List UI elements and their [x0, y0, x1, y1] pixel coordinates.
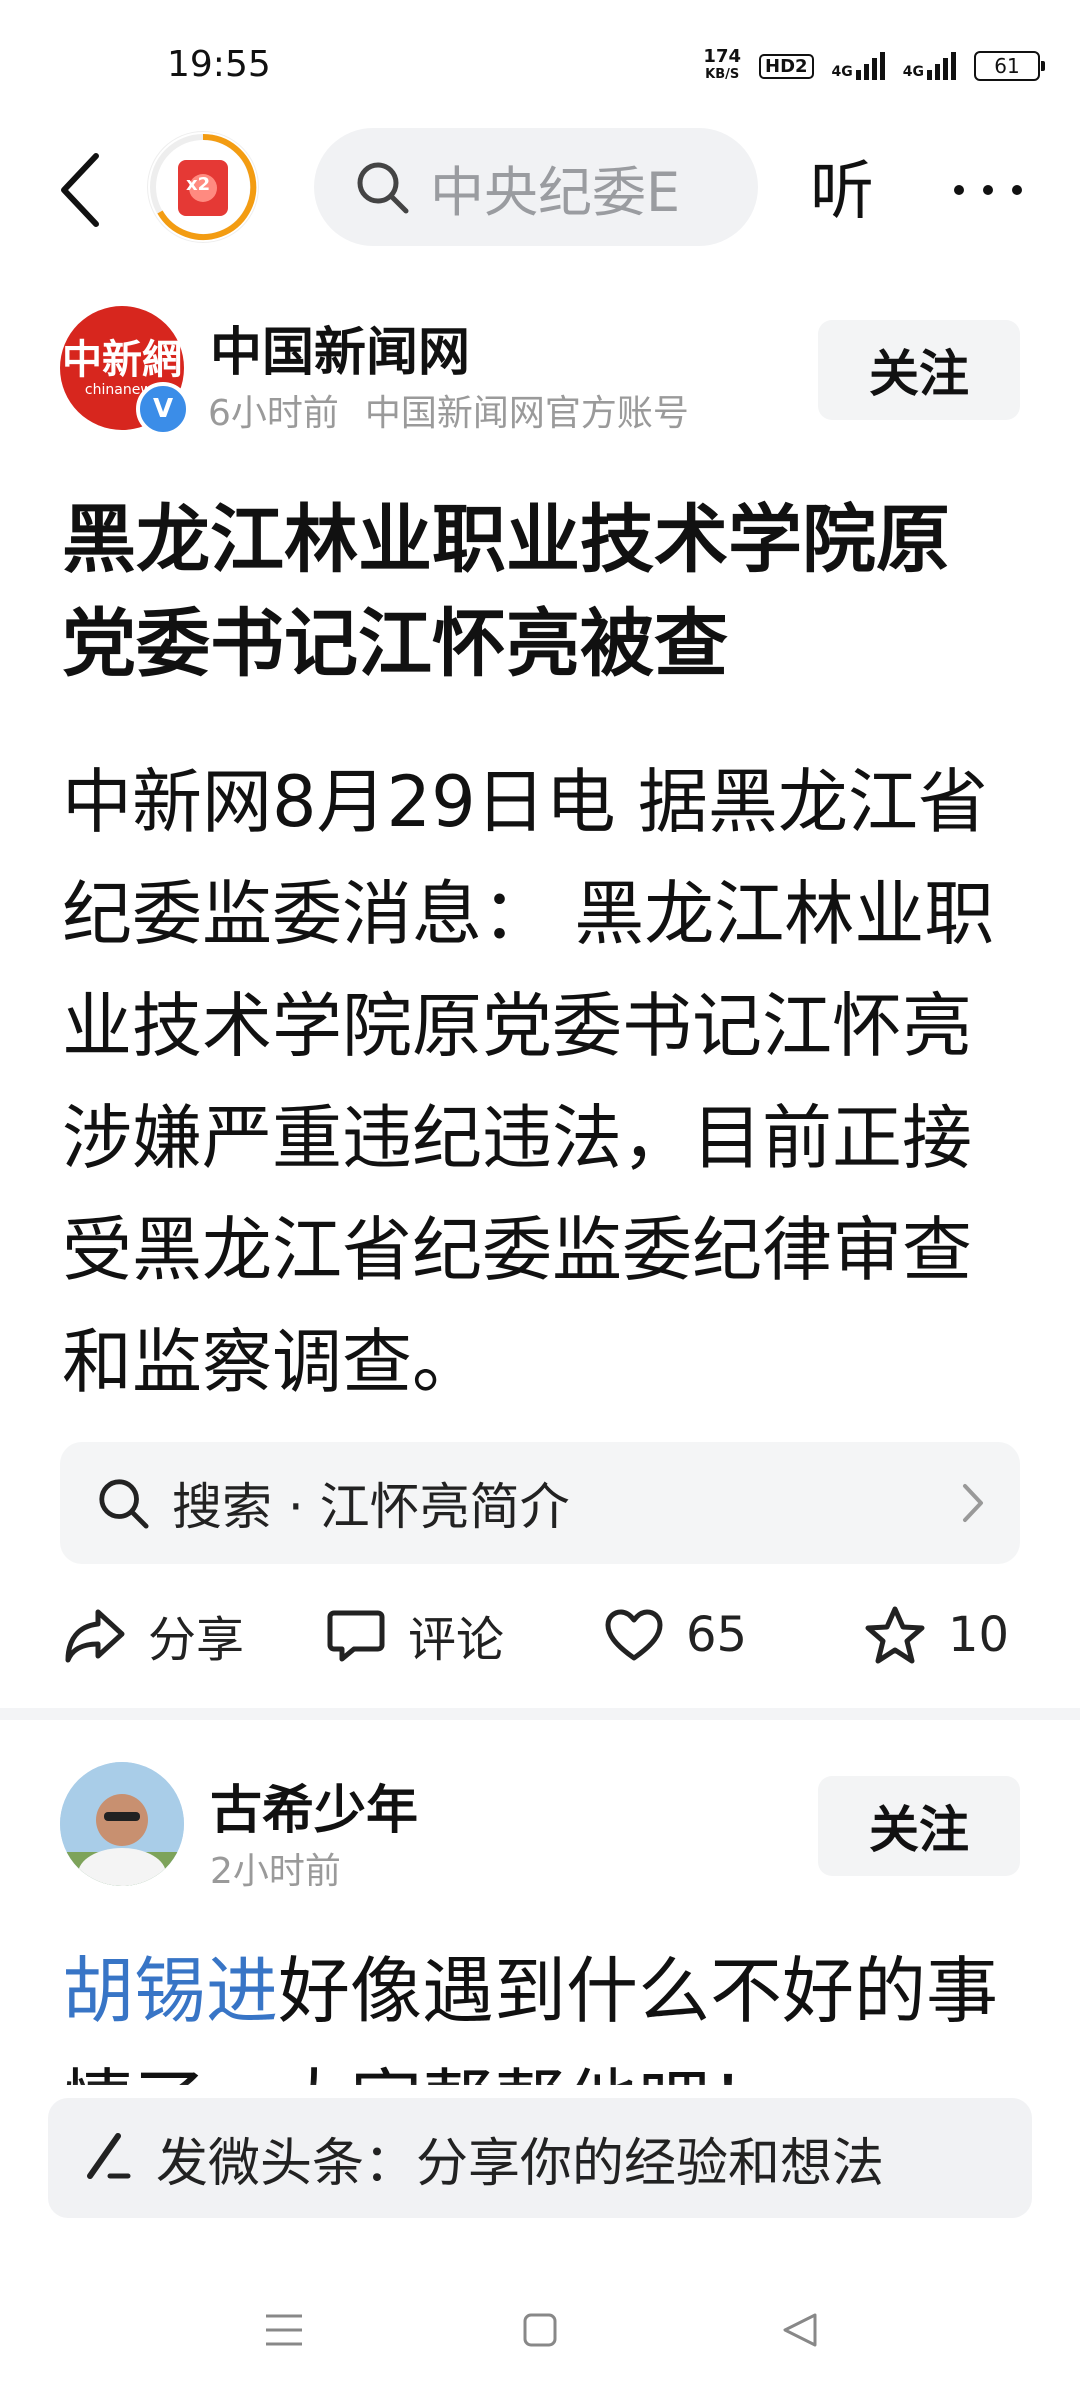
follow-button[interactable]: 关注	[818, 320, 1020, 420]
status-icons: 174 KB/S HD2 4G 4G 61	[703, 44, 1045, 88]
article-body: 中新网8月29日电 据黑龙江省纪委监委消息： 黑龙江林业职业技术学院原党委书记江…	[62, 761, 995, 1403]
speed-value: 174	[703, 46, 741, 67]
search-placeholder: 中央纪委E	[430, 160, 681, 224]
article-actions: 分享 评论 65 10	[60, 1590, 1020, 1680]
comment-label: 评论	[408, 1612, 505, 1668]
more-button[interactable]	[948, 150, 1028, 230]
post-time: 6小时前	[208, 393, 339, 434]
section-divider	[0, 1708, 1080, 1720]
listen-button[interactable]: 听	[810, 140, 874, 232]
comment-button[interactable]: 评论	[326, 1590, 504, 1680]
search-suggestion[interactable]: 搜索 · 江怀亮简介	[60, 1442, 1020, 1564]
signal-icon-1: 4G	[832, 52, 885, 80]
heart-icon	[605, 1609, 663, 1661]
system-back-button[interactable]	[770, 2300, 830, 2360]
network-type-1: 4G	[831, 64, 853, 80]
user-avatar[interactable]	[60, 1762, 184, 1886]
article-title: 黑龙江林业职业技术学院原党委书记江怀亮被查	[62, 497, 950, 687]
speed-unit: KB/S	[705, 67, 740, 82]
search-input[interactable]: 中央纪委E	[314, 128, 758, 246]
mention-link[interactable]: 胡锡进	[62, 1949, 278, 2033]
red-packet-button[interactable]: x2	[148, 132, 258, 242]
network-speed: 174 KB/S	[703, 48, 741, 84]
follow-button[interactable]: 关注	[818, 1776, 1020, 1876]
favorite-button[interactable]: 10	[864, 1590, 1009, 1680]
chevron-right-icon	[963, 1484, 983, 1522]
user-photo-icon	[60, 1762, 184, 1886]
search-suggestion-text: 搜索 · 江怀亮简介	[172, 1478, 570, 1536]
post-text: 胡锡进好像遇到什么不好的事情了，大家帮帮他吧！	[62, 1935, 1022, 2085]
star-icon	[865, 1606, 925, 1664]
post-author-name[interactable]: 古希少年	[210, 1768, 418, 1843]
home-square-icon	[523, 2313, 557, 2347]
back-triangle-icon	[783, 2313, 817, 2347]
comment-icon	[327, 1610, 385, 1662]
signal-icon-2: 4G	[903, 52, 956, 80]
share-icon	[65, 1609, 125, 1663]
author-name[interactable]: 中国新闻网	[210, 310, 470, 385]
status-time: 19:55	[167, 44, 271, 85]
verified-badge-icon: V	[136, 382, 190, 436]
author-meta: 6小时前 中国新闻网官方账号	[208, 384, 689, 436]
battery-icon: 61	[974, 51, 1045, 81]
search-icon	[357, 162, 409, 214]
home-button[interactable]	[510, 2300, 570, 2360]
system-nav-bar	[0, 2280, 1080, 2370]
post-time: 2小时前	[210, 1851, 341, 1892]
like-count: 65	[686, 1607, 748, 1663]
battery-level: 61	[994, 54, 1020, 78]
like-button[interactable]: 65	[604, 1590, 747, 1680]
menu-button[interactable]	[254, 2300, 314, 2360]
hd-badge: HD2	[759, 53, 814, 79]
chevron-left-icon	[61, 153, 99, 227]
account-type: 中国新闻网官方账号	[364, 393, 689, 434]
more-icon	[954, 185, 1022, 195]
search-icon	[99, 1479, 149, 1529]
back-button[interactable]	[50, 150, 110, 230]
pen-icon	[87, 2133, 131, 2179]
network-type-2: 4G	[902, 64, 924, 80]
menu-icon	[266, 2314, 302, 2346]
share-label: 分享	[148, 1612, 245, 1668]
compose-input[interactable]: 发微头条：分享你的经验和想法	[48, 2098, 1032, 2218]
author-avatar-logo: 中新網	[62, 336, 182, 383]
share-button[interactable]: 分享	[64, 1590, 244, 1680]
compose-placeholder: 发微头条：分享你的经验和想法	[156, 2133, 885, 2194]
multiplier-badge: x2	[186, 174, 211, 195]
favorite-count: 10	[948, 1607, 1010, 1663]
